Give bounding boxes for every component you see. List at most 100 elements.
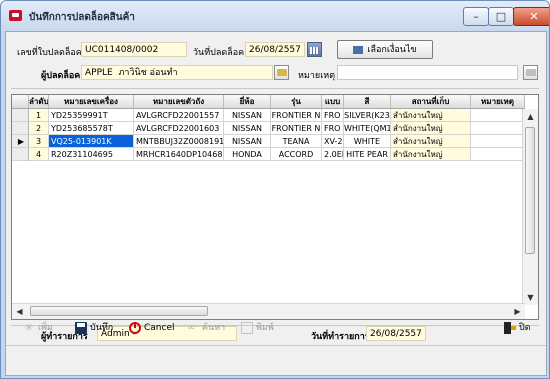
add-button[interactable]: ✳ เพิ่ม	[23, 320, 53, 337]
unlocker-lookup-button[interactable]	[274, 65, 289, 80]
exit-button[interactable]: ปิด	[504, 320, 531, 337]
column-header-chassis[interactable]: หมายเลขตัวถัง	[134, 95, 224, 109]
cell-engine[interactable]: R20Z31104695	[49, 148, 134, 161]
cell-location[interactable]: สำนักงานใหญ่	[391, 109, 471, 122]
cell-chassis[interactable]: AVLGRCFD22001557	[134, 109, 224, 122]
cell-brand[interactable]: NISSAN	[224, 109, 271, 122]
cell-no[interactable]: 4	[29, 148, 49, 161]
cell-color[interactable]: WHITE(QM1	[344, 122, 391, 135]
cell-brand[interactable]: NISSAN	[224, 122, 271, 135]
cell-color[interactable]: HITE PEAR	[344, 148, 391, 161]
remark-field[interactable]	[337, 65, 518, 80]
column-header-engine[interactable]: หมายเลขเครื่อง	[49, 95, 134, 109]
print-button[interactable]: พิมพ์	[241, 320, 274, 337]
calendar-icon[interactable]	[307, 42, 322, 57]
doc-no-label: เลขที่ใบปลดล็อค	[17, 48, 82, 58]
row-indicator[interactable]	[12, 109, 29, 122]
column-header-color[interactable]: สี	[344, 95, 391, 109]
add-label: เพิ่ม	[38, 323, 53, 333]
date-label: วันที่ปลดล็อค	[193, 48, 245, 58]
cell-chassis[interactable]: MRHCR1640DP10468	[134, 148, 224, 161]
column-header-brand[interactable]: ยี่ห้อ	[224, 95, 271, 109]
select-condition-label: เลือกเงื่อนไข	[367, 45, 417, 55]
cell-color[interactable]: WHITE	[344, 135, 391, 148]
cell-remark[interactable]	[471, 148, 525, 161]
cell-engine-selected[interactable]: VQ25-013901K	[49, 135, 134, 148]
unlocker-field[interactable]: APPLE ภาวินิช อ่อนทำ	[81, 65, 273, 80]
title-bar[interactable]: บันทึกการปลดล็อคสินค้า – □ ✕	[1, 1, 549, 31]
current-row-indicator[interactable]: ▶	[12, 135, 29, 148]
column-header-indicator	[12, 95, 29, 109]
scroll-up-arrow-icon[interactable]: ▲	[524, 110, 537, 123]
scroll-left-arrow-icon[interactable]: ◀	[13, 305, 26, 318]
cell-location[interactable]: สำนักงานใหญ่	[391, 135, 471, 148]
divider	[11, 88, 539, 89]
save-label: บันทึก	[90, 323, 114, 333]
cell-remark[interactable]	[471, 122, 525, 135]
minimize-button[interactable]: –	[463, 7, 489, 26]
remark-lookup-button[interactable]	[523, 65, 538, 80]
cell-engine[interactable]: YD25359991T	[49, 109, 134, 122]
cancel-icon	[129, 321, 141, 334]
cell-type[interactable]: 2.0EL	[322, 148, 344, 161]
row-indicator[interactable]	[12, 122, 29, 135]
printer-icon	[241, 321, 253, 334]
close-button[interactable]: ✕	[513, 7, 549, 26]
cell-chassis[interactable]: MNTBBUJ32Z0008191	[134, 135, 224, 148]
column-header-type[interactable]: แบบ	[322, 95, 344, 109]
op-date-label: วันที่ทำรายการ	[311, 332, 370, 342]
plus-icon: ✳	[24, 320, 34, 334]
horizontal-scrollbar[interactable]: ◀ ▶	[12, 303, 525, 319]
search-button[interactable]: ∞ ค้นหา	[187, 320, 225, 337]
vertical-scrollbar[interactable]: ▲ ▼	[522, 109, 538, 305]
items-grid[interactable]: ลำดับ หมายเลขเครื่อง หมายเลขตัวถัง ยี่ห้…	[11, 94, 539, 320]
cell-no[interactable]: 1	[29, 109, 49, 122]
scroll-right-arrow-icon[interactable]: ▶	[511, 305, 524, 318]
column-header-model[interactable]: รุ่น	[271, 95, 322, 109]
cell-remark[interactable]	[471, 135, 525, 148]
scroll-down-arrow-icon[interactable]: ▼	[524, 291, 537, 304]
folder-icon	[526, 69, 536, 76]
cell-chassis[interactable]: AVLGRCFD22001603	[134, 122, 224, 135]
cell-remark[interactable]	[471, 109, 525, 122]
vertical-scroll-thumb[interactable]	[525, 127, 535, 254]
cell-type[interactable]: FRO	[322, 122, 344, 135]
maximize-button[interactable]: □	[488, 7, 514, 26]
remark-label: หมายเหตุ	[298, 71, 336, 81]
window-title: บันทึกการปลดล็อคสินค้า	[29, 12, 135, 23]
doc-no-field[interactable]: UC011408/0002	[81, 42, 187, 57]
cell-location[interactable]: สำนักงานใหญ่	[391, 122, 471, 135]
print-label: พิมพ์	[256, 323, 274, 333]
unlocker-label: ผู้ปลดล็อค	[41, 71, 81, 81]
cell-model[interactable]: FRONTIER N	[271, 109, 322, 122]
save-button[interactable]: บันทึก	[75, 320, 113, 337]
cancel-button[interactable]: Cancel	[129, 320, 175, 337]
row-indicator[interactable]	[12, 148, 29, 161]
cell-model[interactable]: ACCORD	[271, 148, 322, 161]
cell-engine[interactable]: YD253685578T	[49, 122, 134, 135]
cell-model[interactable]: TEANA	[271, 135, 322, 148]
column-header-no[interactable]: ลำดับ	[29, 95, 49, 109]
app-window: บันทึกการปลดล็อคสินค้า – □ ✕ เลขที่ใบปลด…	[0, 0, 550, 379]
cell-type[interactable]: FRO	[322, 109, 344, 122]
horizontal-scroll-thumb[interactable]	[30, 306, 208, 316]
unlocker-code: APPLE	[85, 68, 113, 78]
cell-type[interactable]: XV-2	[322, 135, 344, 148]
cell-model[interactable]: FRONTIER N	[271, 122, 322, 135]
cell-no[interactable]: 3	[29, 135, 49, 148]
cell-color[interactable]: SILVER(K23	[344, 109, 391, 122]
cell-brand[interactable]: HONDA	[224, 148, 271, 161]
exit-label: ปิด	[519, 323, 531, 333]
binoculars-icon: ∞	[187, 321, 196, 333]
cell-no[interactable]: 2	[29, 122, 49, 135]
cell-brand[interactable]: NISSAN	[224, 135, 271, 148]
divider	[6, 345, 546, 346]
select-condition-button[interactable]: เลือกเงื่อนไข	[337, 40, 433, 59]
date-field[interactable]: 26/08/2557	[245, 42, 305, 57]
cell-location[interactable]: สำนักงานใหญ่	[391, 148, 471, 161]
search-label: ค้นหา	[202, 323, 226, 333]
op-date-field: 26/08/2557	[366, 326, 426, 341]
save-icon	[75, 321, 87, 334]
column-header-remark[interactable]: หมายเหตุ	[471, 95, 525, 109]
column-header-location[interactable]: สถานที่เก็บ	[391, 95, 471, 109]
